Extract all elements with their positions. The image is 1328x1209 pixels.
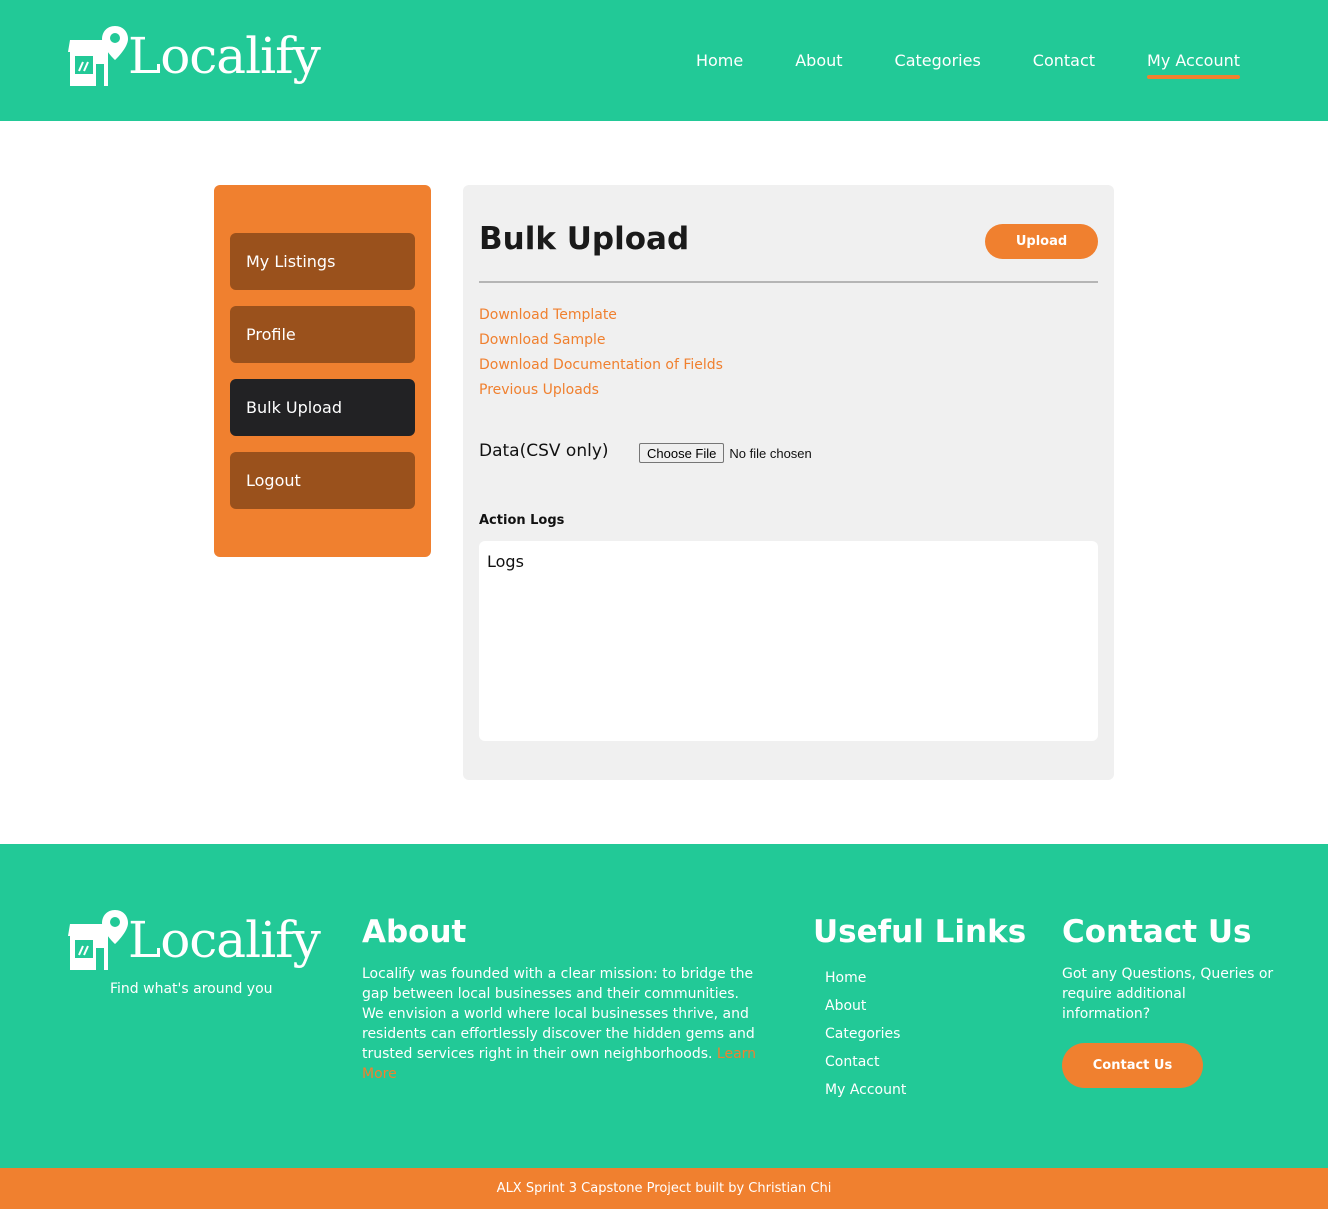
file-status: No file chosen xyxy=(729,445,812,461)
data-field-label: Data(CSV only) xyxy=(479,441,609,461)
about-paragraph: Localify was founded with a clear missio… xyxy=(362,966,755,1062)
title-divider xyxy=(479,281,1098,283)
footer-about-heading: About xyxy=(362,914,467,950)
logs-textarea[interactable]: Logs xyxy=(479,541,1098,741)
nav-home[interactable]: Home xyxy=(696,43,743,78)
site-header: Localify Home About Categories Contact M… xyxy=(0,0,1328,121)
download-documentation-link[interactable]: Download Documentation of Fields xyxy=(479,353,723,378)
footer-contact-text: Got any Questions, Queries or require ad… xyxy=(1062,966,1274,1022)
store-pin-icon xyxy=(66,26,128,88)
sidebar-item-bulk-upload[interactable]: Bulk Upload xyxy=(230,379,415,436)
download-links: Download Template Download Sample Downlo… xyxy=(479,303,723,403)
footer-contact-heading: Contact Us xyxy=(1062,914,1252,950)
footer-brand-name: Localify xyxy=(128,911,321,969)
brand-logo[interactable]: Localify xyxy=(66,26,321,88)
previous-uploads-link[interactable]: Previous Uploads xyxy=(479,378,723,403)
footer-link-home[interactable]: Home xyxy=(825,964,906,992)
nav-about[interactable]: About xyxy=(795,43,842,78)
footer-link-about[interactable]: About xyxy=(825,992,906,1020)
choose-file-button[interactable]: Choose File xyxy=(639,443,725,463)
page-title: Bulk Upload xyxy=(479,221,690,257)
footer-tagline: Find what's around you xyxy=(110,981,273,997)
footer-link-my-account[interactable]: My Account xyxy=(825,1076,906,1104)
upload-button[interactable]: Upload xyxy=(985,224,1098,259)
store-pin-icon xyxy=(66,910,128,972)
nav-contact[interactable]: Contact xyxy=(1033,43,1095,78)
bulk-upload-panel: Bulk Upload Upload Download Template Dow… xyxy=(463,185,1114,780)
footer-link-categories[interactable]: Categories xyxy=(825,1020,906,1048)
contact-us-button[interactable]: Contact Us xyxy=(1062,1043,1203,1088)
logs-text: Logs xyxy=(487,552,524,571)
file-input: Choose File No file chosen xyxy=(639,443,812,463)
footer-links: Home About Categories Contact My Account xyxy=(825,964,906,1104)
footer-logo[interactable]: Localify xyxy=(66,910,321,972)
download-sample-link[interactable]: Download Sample xyxy=(479,328,723,353)
sidebar-item-logout[interactable]: Logout xyxy=(230,452,415,509)
nav-my-account[interactable]: My Account xyxy=(1147,43,1240,79)
account-sidebar: My Listings Profile Bulk Upload Logout xyxy=(214,185,431,557)
credit-bar: ALX Sprint 3 Capstone Project built by C… xyxy=(0,1168,1328,1209)
nav-categories[interactable]: Categories xyxy=(895,43,981,78)
sidebar-item-profile[interactable]: Profile xyxy=(230,306,415,363)
download-template-link[interactable]: Download Template xyxy=(479,303,723,328)
brand-name: Localify xyxy=(128,27,321,85)
footer-link-contact[interactable]: Contact xyxy=(825,1048,906,1076)
footer-about-text: Localify was founded with a clear missio… xyxy=(362,964,757,1084)
sidebar-item-my-listings[interactable]: My Listings xyxy=(230,233,415,290)
footer-links-heading: Useful Links xyxy=(813,914,1027,950)
credit-text: ALX Sprint 3 Capstone Project built by C… xyxy=(496,1181,832,1196)
main-nav: Home About Categories Contact My Account xyxy=(696,0,1240,121)
action-logs-label: Action Logs xyxy=(479,513,565,528)
site-footer: Localify Find what's around you About Lo… xyxy=(0,844,1328,1168)
